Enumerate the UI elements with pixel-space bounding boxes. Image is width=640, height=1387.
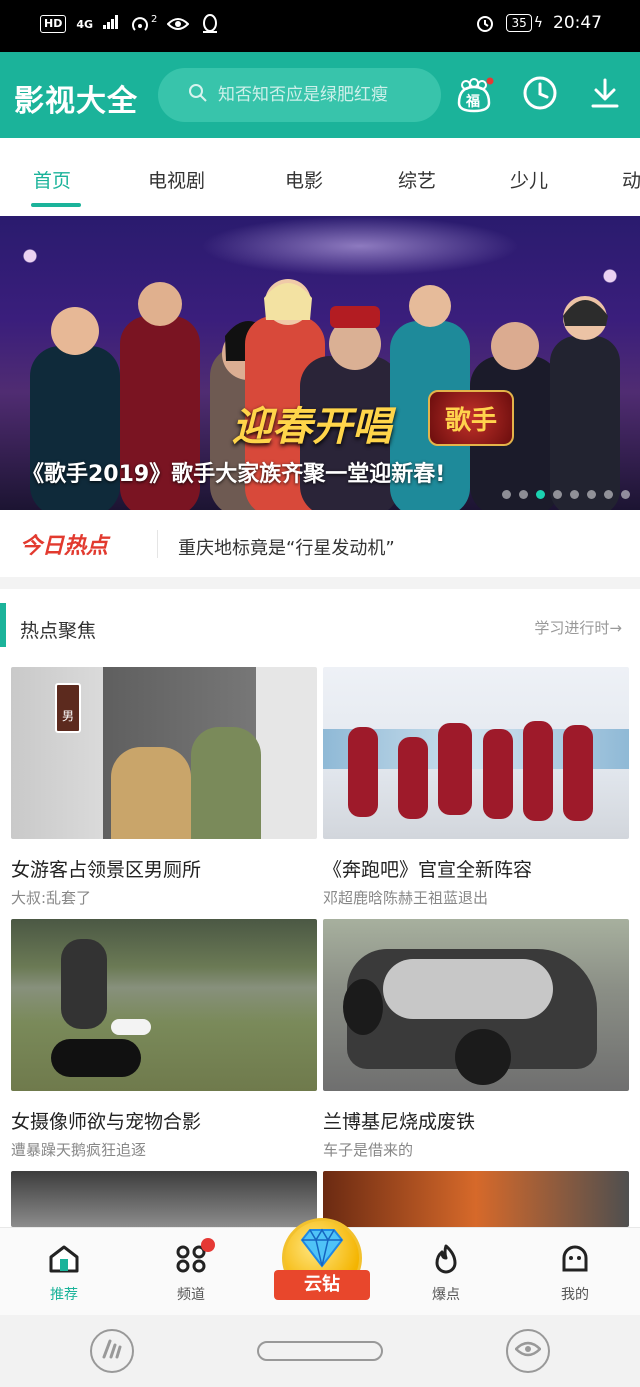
download-icon — [588, 76, 622, 114]
search-icon — [188, 83, 208, 107]
grid-icon — [175, 1238, 215, 1278]
news-card[interactable] — [11, 1171, 317, 1227]
category-tabs: 首页 电视剧 电影 综艺 少儿 动 — [0, 138, 640, 216]
card-subtitle: 邓超鹿晗陈赫王祖蓝退出 — [323, 889, 489, 907]
qq-icon — [199, 13, 221, 35]
hd-indicator: HD — [40, 15, 67, 33]
card-title: 女游客占领景区男厕所 — [11, 859, 202, 881]
tabbar-recommend[interactable]: 推荐 — [24, 1244, 104, 1304]
news-card[interactable]: 男 女游客占领景区男厕所 大叔:乱套了 — [11, 667, 317, 907]
bottom-tab-bar: 推荐 频道 云钻 爆点 我的 — [0, 1218, 640, 1315]
card-subtitle: 车子是借来的 — [323, 1141, 414, 1159]
nav-eye-button[interactable] — [506, 1329, 550, 1373]
alarm-icon — [474, 12, 496, 34]
diamond-icon — [300, 1228, 344, 1272]
history-button[interactable] — [519, 74, 561, 116]
restroom-sign: 男 — [55, 683, 81, 733]
tabbar-label: 云钻 — [274, 1270, 370, 1300]
tabbar-channels[interactable]: 频道 — [151, 1238, 231, 1304]
home-icon — [48, 1245, 80, 1278]
tabbar-label: 推荐 — [50, 1287, 78, 1303]
section-more-link[interactable]: 学习进行时→ — [534, 617, 622, 638]
card-thumbnail: 男 — [11, 667, 317, 839]
search-input[interactable] — [218, 85, 438, 105]
hot-today-label: 今日热点 — [20, 534, 109, 559]
section-accent-bar — [0, 603, 6, 647]
eye-icon — [167, 13, 190, 35]
app-logo-icon — [101, 1339, 123, 1363]
download-button[interactable] — [584, 74, 626, 116]
show-logo-text: 歌手 — [444, 405, 497, 436]
banner-art-text: 迎春开唱 — [232, 404, 392, 450]
tab-tv-series[interactable]: 电视剧 — [148, 166, 205, 193]
card-thumbnail — [323, 667, 629, 839]
card-title: 女摄像师欲与宠物合影 — [11, 1111, 202, 1133]
banner-title: 《歌手2019》歌手大家族齐聚一堂迎新春! — [22, 462, 446, 487]
section-title: 热点聚焦 — [20, 620, 97, 642]
section-header: 热点聚焦 学习进行时→ — [0, 589, 640, 667]
charging-icon: ϟ — [533, 15, 543, 31]
hot-today-headline[interactable]: 重庆地标竟是“行星发动机” — [178, 534, 395, 560]
status-bar: HD 4G 2 35 ϟ 20:47 — [0, 0, 640, 52]
carousel-dot[interactable] — [553, 490, 562, 499]
hero-banner[interactable]: 迎春开唱 歌手 《歌手2019》歌手大家族齐聚一堂迎新春! — [0, 216, 640, 510]
profile-icon — [560, 1245, 590, 1278]
tabbar-yunzuan[interactable]: 云钻 — [274, 1218, 370, 1310]
hotspot-icon — [129, 13, 151, 35]
tabbar-label: 爆点 — [432, 1287, 460, 1303]
carousel-dot[interactable] — [587, 490, 596, 499]
fu-gift-button[interactable]: 福 — [453, 74, 495, 116]
clock: 20:47 — [553, 13, 602, 33]
notification-dot — [201, 1238, 215, 1252]
tabbar-mine[interactable]: 我的 — [535, 1244, 615, 1304]
hot-today-bar[interactable]: 今日热点 重庆地标竟是“行星发动机” — [0, 510, 640, 577]
tabbar-hot[interactable]: 爆点 — [406, 1244, 486, 1304]
carousel-dot[interactable] — [519, 490, 528, 499]
battery-indicator: 35 — [506, 14, 532, 32]
clock-icon — [522, 75, 558, 115]
tabbar-label: 频道 — [177, 1287, 205, 1303]
card-title: 兰博基尼烧成废铁 — [323, 1111, 476, 1133]
tab-variety[interactable]: 综艺 — [398, 166, 436, 193]
active-tab-indicator — [31, 203, 81, 207]
tab-kids[interactable]: 少儿 — [510, 166, 548, 193]
news-card[interactable]: 兰博基尼烧成废铁 车子是借来的 — [323, 919, 629, 1159]
app-header: 影视大全 福 — [0, 52, 640, 138]
news-card[interactable]: 《奔跑吧》官宣全新阵容 邓超鹿晗陈赫王祖蓝退出 — [323, 667, 629, 907]
nav-app-button[interactable] — [90, 1329, 134, 1373]
tab-home[interactable]: 首页 — [33, 166, 71, 193]
signal-icon — [103, 15, 119, 33]
tab-movies[interactable]: 电影 — [285, 166, 323, 193]
system-nav-bar — [0, 1315, 640, 1387]
fu-badge-text: 福 — [466, 94, 480, 110]
card-thumbnail — [323, 919, 629, 1091]
flame-icon — [431, 1244, 461, 1278]
card-subtitle: 大叔:乱套了 — [11, 889, 92, 907]
show-logo: 歌手 — [428, 390, 514, 446]
search-bar[interactable] — [158, 68, 441, 122]
carousel-dot[interactable] — [536, 490, 545, 499]
carousel-dots — [502, 490, 630, 499]
carousel-dot[interactable] — [570, 490, 579, 499]
card-subtitle: 遭暴躁天鹅疯狂追逐 — [11, 1141, 147, 1159]
news-card[interactable]: 女摄像师欲与宠物合影 遭暴躁天鹅疯狂追逐 — [11, 919, 317, 1159]
card-thumbnail — [11, 1171, 317, 1227]
carousel-dot[interactable] — [604, 490, 613, 499]
app-title: 影视大全 — [14, 84, 138, 119]
eye-icon — [514, 1341, 542, 1361]
nav-home-pill[interactable] — [257, 1341, 383, 1361]
card-title: 《奔跑吧》官宣全新阵容 — [323, 859, 533, 881]
notif-count: 2 — [151, 13, 158, 25]
carousel-dot[interactable] — [502, 490, 511, 499]
card-thumbnail — [11, 919, 317, 1091]
carousel-dot[interactable] — [621, 490, 630, 499]
network-indicator: 4G — [76, 17, 94, 31]
tab-anime[interactable]: 动 — [622, 166, 640, 193]
tabbar-label: 我的 — [561, 1287, 589, 1303]
